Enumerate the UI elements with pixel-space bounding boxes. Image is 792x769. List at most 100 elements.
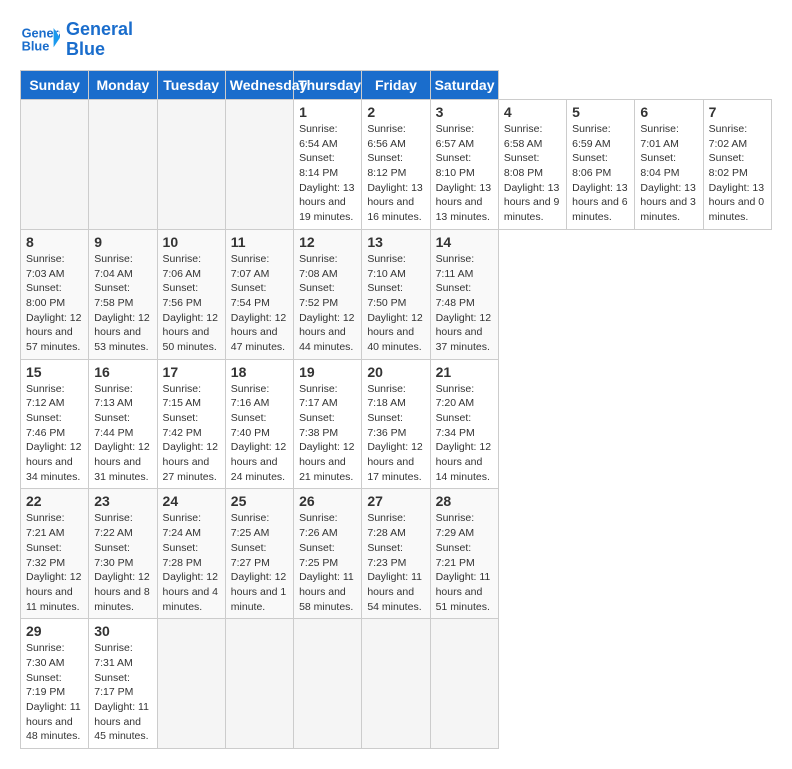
day-info: Sunrise: 7:25 AMSunset: 7:27 PMDaylight:… (231, 511, 288, 614)
col-friday: Friday (362, 71, 430, 100)
calendar-cell: 25 Sunrise: 7:25 AMSunset: 7:27 PMDayligh… (225, 489, 293, 619)
calendar-cell: 21 Sunrise: 7:20 AMSunset: 7:34 PMDayligh… (430, 359, 498, 489)
calendar-week-2: 8 Sunrise: 7:03 AMSunset: 8:00 PMDaylight… (21, 229, 772, 359)
calendar-header-row: Sunday Monday Tuesday Wednesday Thursday… (21, 71, 772, 100)
calendar-cell: 3 Sunrise: 6:57 AMSunset: 8:10 PMDaylight… (430, 100, 498, 230)
day-info: Sunrise: 6:56 AMSunset: 8:12 PMDaylight:… (367, 122, 424, 225)
calendar-cell (157, 619, 225, 749)
day-info: Sunrise: 7:08 AMSunset: 7:52 PMDaylight:… (299, 252, 356, 355)
col-saturday: Saturday (430, 71, 498, 100)
day-info: Sunrise: 7:07 AMSunset: 7:54 PMDaylight:… (231, 252, 288, 355)
day-info: Sunrise: 7:17 AMSunset: 7:38 PMDaylight:… (299, 382, 356, 485)
calendar-week-3: 15Sunrise: 7:12 AMSunset: 7:46 PMDayligh… (21, 359, 772, 489)
svg-text:Blue: Blue (22, 38, 50, 53)
calendar-cell: 7 Sunrise: 7:02 AMSunset: 8:02 PMDaylight… (703, 100, 771, 230)
day-number: 28 (436, 493, 493, 509)
calendar-cell: 8 Sunrise: 7:03 AMSunset: 8:00 PMDaylight… (21, 229, 89, 359)
calendar-cell: 20 Sunrise: 7:18 AMSunset: 7:36 PMDayligh… (362, 359, 430, 489)
day-number: 22 (26, 493, 83, 509)
day-info: Sunrise: 7:24 AMSunset: 7:28 PMDaylight:… (163, 511, 220, 614)
calendar-week-4: 22Sunrise: 7:21 AMSunset: 7:32 PMDayligh… (21, 489, 772, 619)
calendar-cell (21, 100, 89, 230)
day-info: Sunrise: 7:06 AMSunset: 7:56 PMDaylight:… (163, 252, 220, 355)
calendar-cell: 23 Sunrise: 7:22 AMSunset: 7:30 PMDayligh… (89, 489, 157, 619)
calendar-cell: 29 Sunrise: 7:30 AMSunset: 7:19 PMDayligh… (21, 619, 89, 749)
day-info: Sunrise: 6:58 AMSunset: 8:08 PMDaylight:… (504, 122, 561, 225)
day-info: Sunrise: 7:12 AMSunset: 7:46 PMDaylight:… (26, 382, 83, 485)
day-number: 20 (367, 364, 424, 380)
calendar-table: Sunday Monday Tuesday Wednesday Thursday… (20, 70, 772, 749)
day-info: Sunrise: 7:16 AMSunset: 7:40 PMDaylight:… (231, 382, 288, 485)
day-info: Sunrise: 7:22 AMSunset: 7:30 PMDaylight:… (94, 511, 151, 614)
day-number: 11 (231, 234, 288, 250)
day-info: Sunrise: 7:15 AMSunset: 7:42 PMDaylight:… (163, 382, 220, 485)
day-number: 19 (299, 364, 356, 380)
day-info: Sunrise: 7:29 AMSunset: 7:21 PMDaylight:… (436, 511, 493, 614)
calendar-cell: 18 Sunrise: 7:16 AMSunset: 7:40 PMDayligh… (225, 359, 293, 489)
day-info: Sunrise: 7:10 AMSunset: 7:50 PMDaylight:… (367, 252, 424, 355)
calendar-cell: 27 Sunrise: 7:28 AMSunset: 7:23 PMDayligh… (362, 489, 430, 619)
logo-icon: General Blue (20, 20, 60, 60)
day-number: 21 (436, 364, 493, 380)
calendar-cell: 11 Sunrise: 7:07 AMSunset: 7:54 PMDayligh… (225, 229, 293, 359)
day-number: 14 (436, 234, 493, 250)
col-thursday: Thursday (294, 71, 362, 100)
day-number: 26 (299, 493, 356, 509)
day-number: 18 (231, 364, 288, 380)
calendar-cell (225, 619, 293, 749)
day-info: Sunrise: 7:04 AMSunset: 7:58 PMDaylight:… (94, 252, 151, 355)
calendar-cell (294, 619, 362, 749)
calendar-cell (89, 100, 157, 230)
calendar-cell: 1 Sunrise: 6:54 AMSunset: 8:14 PMDaylight… (294, 100, 362, 230)
col-wednesday: Wednesday (225, 71, 293, 100)
calendar-cell: 2Sunrise: 6:56 AMSunset: 8:12 PMDaylight… (362, 100, 430, 230)
calendar-cell: 4 Sunrise: 6:58 AMSunset: 8:08 PMDaylight… (498, 100, 566, 230)
calendar-cell: 14 Sunrise: 7:11 AMSunset: 7:48 PMDayligh… (430, 229, 498, 359)
col-sunday: Sunday (21, 71, 89, 100)
logo-text2: Blue (66, 40, 133, 60)
day-number: 9 (94, 234, 151, 250)
page-header: General Blue General Blue (20, 20, 772, 60)
day-number: 29 (26, 623, 83, 639)
day-number: 7 (709, 104, 766, 120)
day-info: Sunrise: 6:57 AMSunset: 8:10 PMDaylight:… (436, 122, 493, 225)
calendar-cell: 13 Sunrise: 7:10 AMSunset: 7:50 PMDayligh… (362, 229, 430, 359)
day-number: 25 (231, 493, 288, 509)
day-number: 1 (299, 104, 356, 120)
day-info: Sunrise: 7:01 AMSunset: 8:04 PMDaylight:… (640, 122, 697, 225)
day-info: Sunrise: 7:11 AMSunset: 7:48 PMDaylight:… (436, 252, 493, 355)
day-number: 16 (94, 364, 151, 380)
calendar-cell: 24Sunrise: 7:24 AMSunset: 7:28 PMDayligh… (157, 489, 225, 619)
day-info: Sunrise: 6:54 AMSunset: 8:14 PMDaylight:… (299, 122, 356, 225)
calendar-cell: 16Sunrise: 7:13 AMSunset: 7:44 PMDayligh… (89, 359, 157, 489)
day-number: 12 (299, 234, 356, 250)
calendar-cell (362, 619, 430, 749)
calendar-cell (225, 100, 293, 230)
day-number: 10 (163, 234, 220, 250)
day-info: Sunrise: 7:18 AMSunset: 7:36 PMDaylight:… (367, 382, 424, 485)
calendar-cell: 19 Sunrise: 7:17 AMSunset: 7:38 PMDayligh… (294, 359, 362, 489)
calendar-cell: 5 Sunrise: 6:59 AMSunset: 8:06 PMDaylight… (567, 100, 635, 230)
calendar-cell: 10 Sunrise: 7:06 AMSunset: 7:56 PMDayligh… (157, 229, 225, 359)
calendar-cell: 28 Sunrise: 7:29 AMSunset: 7:21 PMDayligh… (430, 489, 498, 619)
day-number: 23 (94, 493, 151, 509)
calendar-week-1: 1 Sunrise: 6:54 AMSunset: 8:14 PMDaylight… (21, 100, 772, 230)
day-info: Sunrise: 7:31 AMSunset: 7:17 PMDaylight:… (94, 641, 151, 744)
calendar-cell: 26Sunrise: 7:26 AMSunset: 7:25 PMDayligh… (294, 489, 362, 619)
day-number: 13 (367, 234, 424, 250)
day-info: Sunrise: 7:20 AMSunset: 7:34 PMDaylight:… (436, 382, 493, 485)
day-number: 4 (504, 104, 561, 120)
day-info: Sunrise: 6:59 AMSunset: 8:06 PMDaylight:… (572, 122, 629, 225)
day-info: Sunrise: 7:03 AMSunset: 8:00 PMDaylight:… (26, 252, 83, 355)
day-number: 17 (163, 364, 220, 380)
col-monday: Monday (89, 71, 157, 100)
day-number: 8 (26, 234, 83, 250)
day-number: 3 (436, 104, 493, 120)
calendar-cell (430, 619, 498, 749)
day-number: 27 (367, 493, 424, 509)
calendar-cell: 17 Sunrise: 7:15 AMSunset: 7:42 PMDayligh… (157, 359, 225, 489)
day-number: 5 (572, 104, 629, 120)
day-info: Sunrise: 7:30 AMSunset: 7:19 PMDaylight:… (26, 641, 83, 744)
day-info: Sunrise: 7:02 AMSunset: 8:02 PMDaylight:… (709, 122, 766, 225)
day-info: Sunrise: 7:28 AMSunset: 7:23 PMDaylight:… (367, 511, 424, 614)
